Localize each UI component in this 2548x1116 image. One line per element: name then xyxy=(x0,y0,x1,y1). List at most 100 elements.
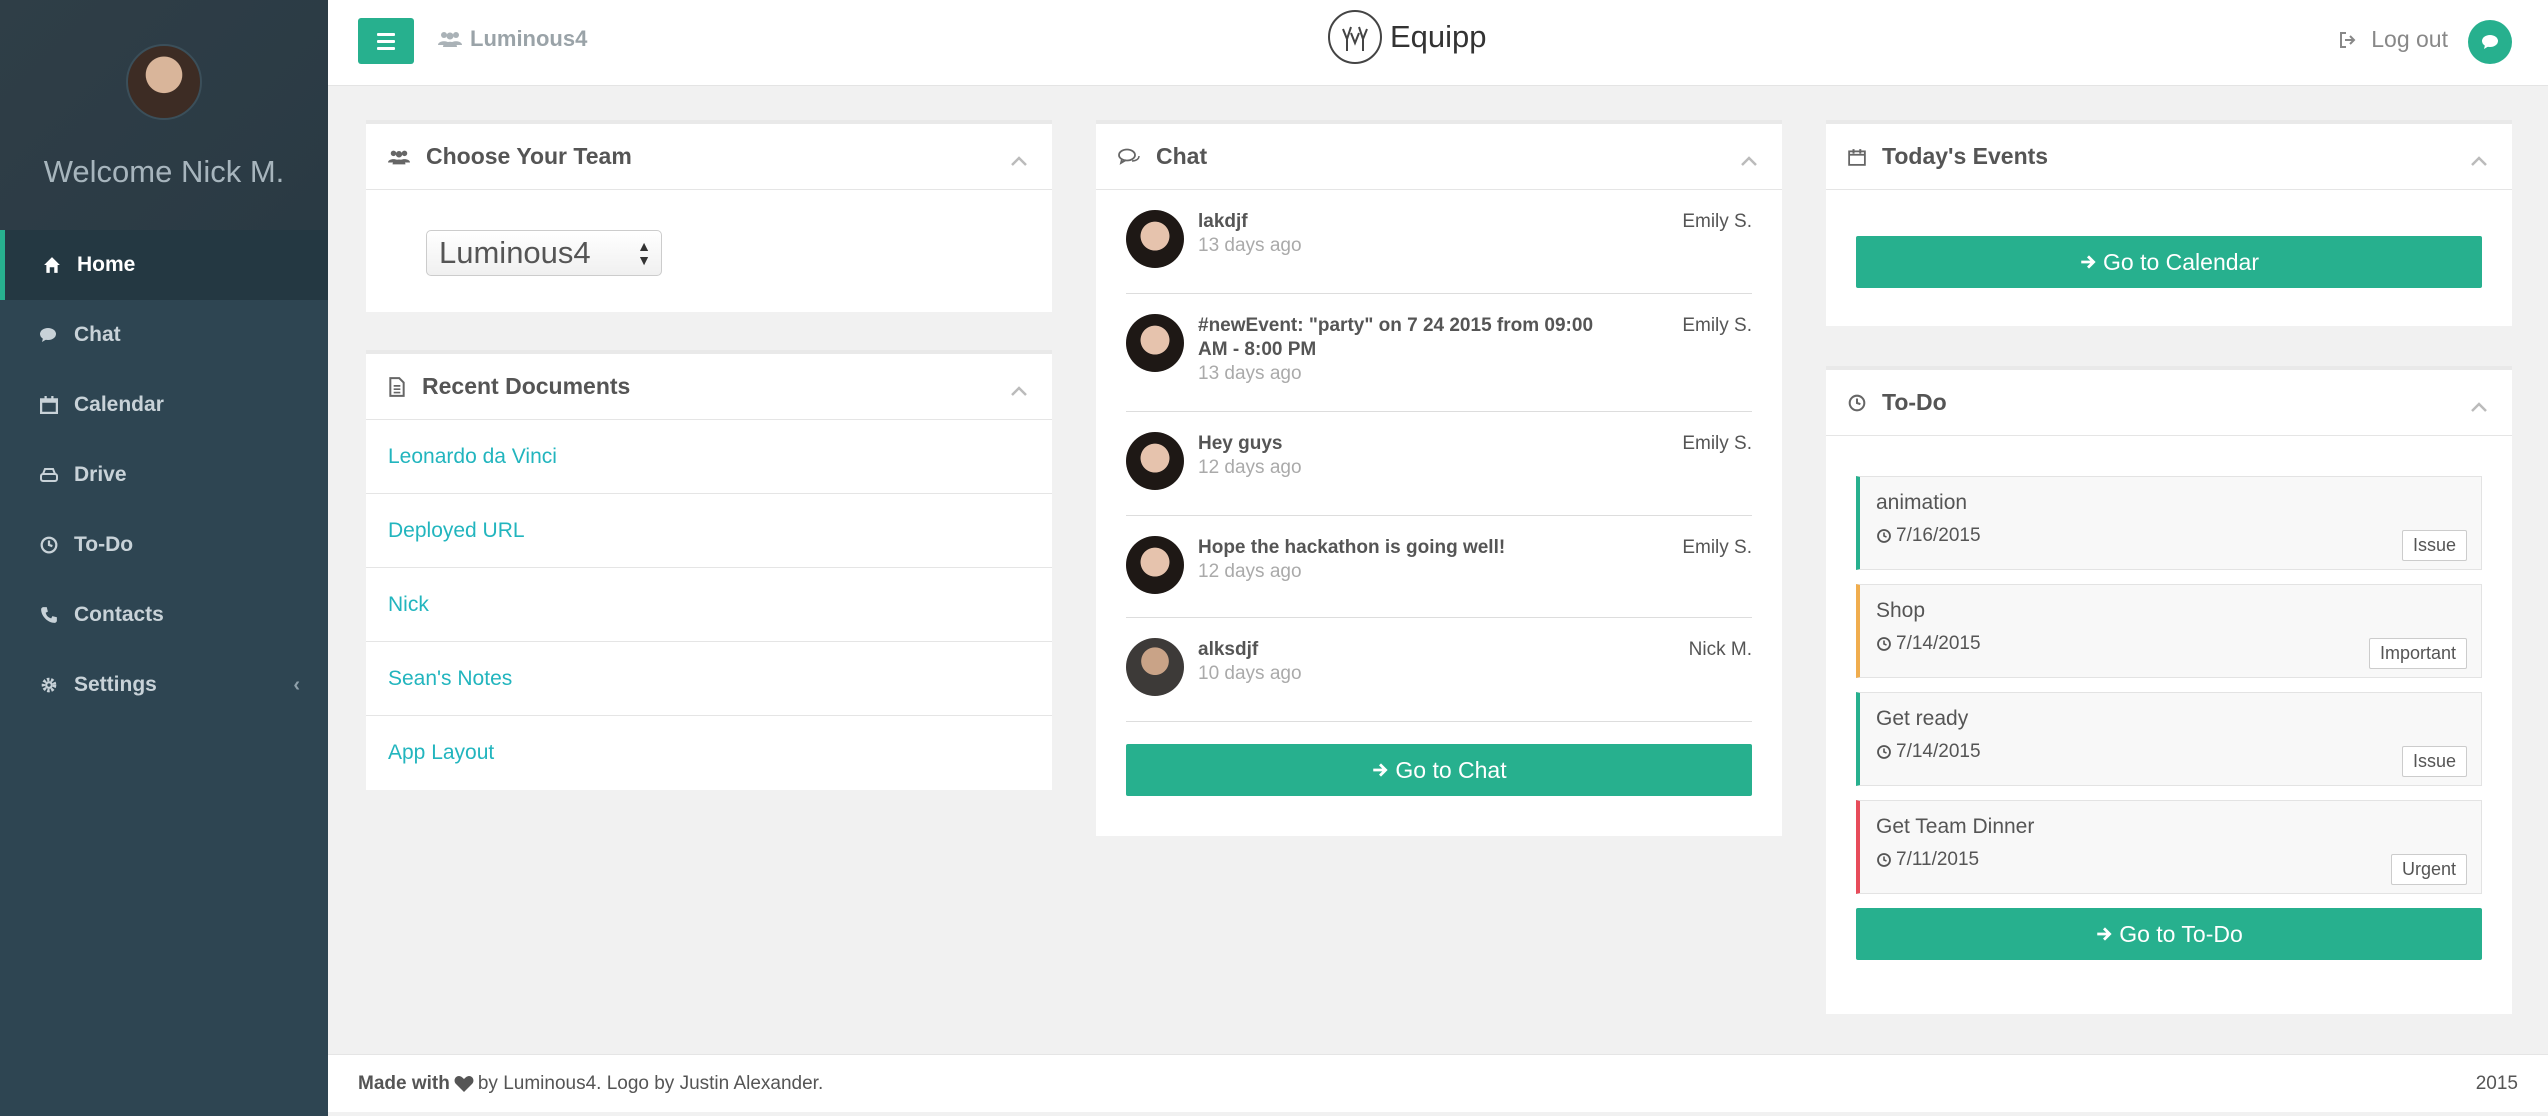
sidebar-item-contacts[interactable]: Contacts xyxy=(0,580,328,650)
arrow-right-icon xyxy=(2097,927,2112,941)
avatar xyxy=(1126,432,1184,490)
logout-icon xyxy=(2340,31,2356,48)
brand-name: Equipp xyxy=(1390,19,1487,54)
chevron-left-icon: ‹ xyxy=(293,673,300,696)
message-text: Hey guys xyxy=(1198,433,1283,454)
users-icon xyxy=(438,32,462,47)
team-select[interactable]: Luminous4 ▲ ▼ xyxy=(426,230,662,276)
message-author: Emily S. xyxy=(1682,315,1752,336)
chat-panel: Chat lakdjf 13 days ago Emily S. #newEve… xyxy=(1096,120,1782,836)
sidebar-profile: Welcome Nick M. xyxy=(0,0,328,230)
team-breadcrumb[interactable]: Luminous4 xyxy=(438,26,587,52)
clock-icon xyxy=(1877,853,1891,867)
todo-title: Get ready xyxy=(1876,707,1969,730)
avatar xyxy=(1126,638,1184,696)
todo-title: Get Team Dinner xyxy=(1876,815,2035,838)
welcome-text: Welcome Nick M. xyxy=(43,154,285,189)
sidebar-item-home[interactable]: Home xyxy=(0,230,328,300)
topbar: Luminous4 Equipp Log out xyxy=(328,0,2548,86)
home-icon xyxy=(41,254,63,276)
message-text: Hope the hackathon is going well! xyxy=(1198,537,1506,558)
message-time: 10 days ago xyxy=(1198,663,1302,684)
avatar xyxy=(1126,210,1184,268)
go-to-todo-button[interactable]: Go to To-Do xyxy=(1856,908,2482,960)
sidebar-item-todo[interactable]: To-Do xyxy=(0,510,328,580)
calendar-icon xyxy=(1848,148,1866,166)
todo-date: 7/16/2015 xyxy=(1896,525,1981,546)
document-link[interactable]: Deployed URL xyxy=(366,494,1052,568)
todo-title: animation xyxy=(1876,491,1968,514)
panel-title: Today's Events xyxy=(1882,143,2049,169)
button-label: Go to Chat xyxy=(1395,756,1507,783)
avatar xyxy=(1126,536,1184,594)
clock-icon xyxy=(1877,529,1891,543)
footer-year: 2015 xyxy=(2475,1072,2518,1094)
document-icon xyxy=(388,376,406,397)
chevron-up-icon[interactable] xyxy=(2470,146,2488,173)
select-arrows-icon: ▲ ▼ xyxy=(637,238,651,268)
chat-icon xyxy=(2482,35,2498,49)
message-author: Nick M. xyxy=(1688,639,1752,660)
sidebar-item-label: Settings xyxy=(74,673,157,696)
document-link[interactable]: Leonardo da Vinci xyxy=(366,420,1052,494)
panel-header: Choose Your Team xyxy=(366,124,1052,190)
document-link[interactable]: App Layout xyxy=(366,716,1052,790)
panel-title: Choose Your Team xyxy=(426,143,632,169)
team-name: Luminous4 xyxy=(470,26,588,51)
message-text: #newEvent: "party" on 7 24 2015 from 09:… xyxy=(1198,315,1594,360)
message-time: 13 days ago xyxy=(1198,363,1302,384)
sidebar-item-calendar[interactable]: Calendar xyxy=(0,370,328,440)
clock-icon xyxy=(1877,637,1891,651)
sidebar: Welcome Nick M. Home Chat Calendar Drive xyxy=(0,0,328,1116)
chat-icon xyxy=(1118,148,1140,166)
todo-tag: Urgent xyxy=(2390,854,2467,885)
chevron-up-icon[interactable] xyxy=(2470,392,2488,419)
brand[interactable]: Equipp xyxy=(1328,10,1487,64)
panel-title: Chat xyxy=(1156,143,1208,169)
clock-icon xyxy=(1877,745,1891,759)
sidebar-item-label: Home xyxy=(77,253,136,276)
calendar-icon xyxy=(38,394,60,416)
sidebar-item-label: To-Do xyxy=(74,533,134,556)
todo-panel: To-Do animation 7/16/2015 Issue Shop 7/1… xyxy=(1826,366,2512,1014)
sidebar-item-label: Chat xyxy=(74,323,121,346)
logout-link[interactable]: Log out xyxy=(2339,26,2448,53)
sidebar-item-settings[interactable]: Settings ‹ xyxy=(0,650,328,720)
footer: Made with by Luminous4. Logo by Justin A… xyxy=(328,1054,2548,1112)
users-icon xyxy=(388,148,410,166)
todo-tag: Issue xyxy=(2401,746,2467,777)
chevron-up-icon[interactable] xyxy=(1740,146,1758,173)
sidebar-item-label: Calendar xyxy=(74,393,164,416)
todo-item[interactable]: Get ready 7/14/2015 Issue xyxy=(1856,692,2482,786)
panel-title: Recent Documents xyxy=(422,373,631,399)
chat-message: alksdjf 10 days ago Nick M. xyxy=(1126,618,1752,722)
document-link[interactable]: Nick xyxy=(366,568,1052,642)
phone-icon xyxy=(38,604,60,626)
go-to-calendar-button[interactable]: Go to Calendar xyxy=(1856,236,2482,288)
logout-label: Log out xyxy=(2371,26,2448,52)
chat-message: lakdjf 13 days ago Emily S. xyxy=(1126,190,1752,294)
sidebar-nav: Home Chat Calendar Drive To-Do Contacts … xyxy=(0,230,328,720)
message-text: alksdjf xyxy=(1198,639,1259,660)
todo-date: 7/14/2015 xyxy=(1896,633,1981,654)
todo-item[interactable]: Shop 7/14/2015 Important xyxy=(1856,584,2482,678)
sidebar-item-chat[interactable]: Chat xyxy=(0,300,328,370)
todo-item[interactable]: Get Team Dinner 7/11/2015 Urgent xyxy=(1856,800,2482,894)
footer-credit: by Luminous4. Logo by Justin Alexander. xyxy=(477,1072,824,1094)
chevron-up-icon[interactable] xyxy=(1010,146,1028,173)
chat-message: Hey guys 12 days ago Emily S. xyxy=(1126,412,1752,516)
go-to-chat-button[interactable]: Go to Chat xyxy=(1126,744,1752,796)
chat-bubble-button[interactable] xyxy=(2468,20,2512,64)
sidebar-item-drive[interactable]: Drive xyxy=(0,440,328,510)
todo-item[interactable]: animation 7/16/2015 Issue xyxy=(1856,476,2482,570)
footer-made-with: Made with xyxy=(358,1072,450,1094)
chevron-up-icon[interactable] xyxy=(1010,376,1028,403)
document-link[interactable]: Sean's Notes xyxy=(366,642,1052,716)
menu-toggle-button[interactable] xyxy=(358,18,414,64)
team-panel: Choose Your Team Luminous4 ▲ ▼ xyxy=(366,120,1052,312)
avatar xyxy=(126,44,202,120)
drive-icon xyxy=(38,464,60,486)
message-text: lakdjf xyxy=(1198,211,1248,232)
avatar xyxy=(1126,314,1184,372)
clock-icon xyxy=(1848,394,1866,412)
